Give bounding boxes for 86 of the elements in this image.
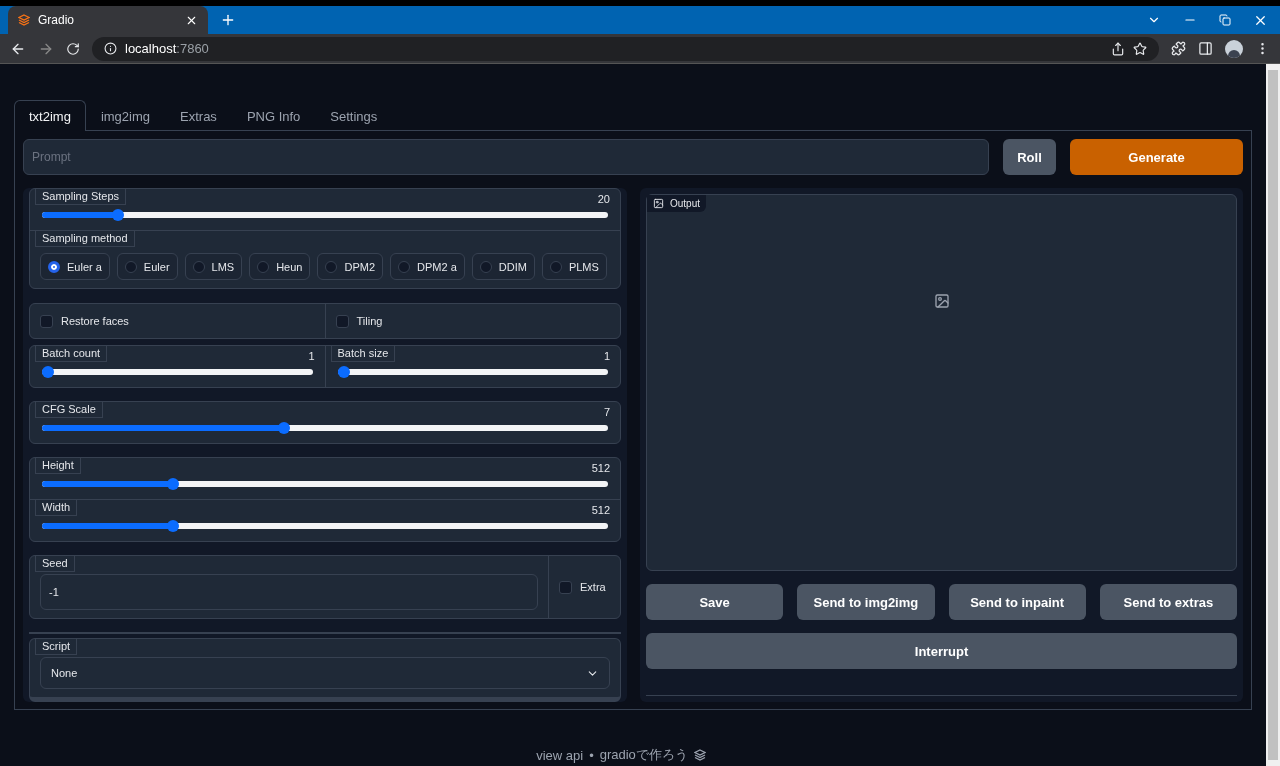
slider-label: Batch size xyxy=(330,346,396,362)
checkbox[interactable] xyxy=(335,314,349,328)
scrollbar[interactable] xyxy=(1266,64,1280,766)
address-bar[interactable]: localhost:7860 xyxy=(92,36,1159,61)
radio-option[interactable]: PLMS xyxy=(541,253,607,280)
logo-icon xyxy=(693,749,706,761)
radio-option[interactable]: Euler xyxy=(116,253,178,280)
slider-track[interactable] xyxy=(42,209,608,221)
share-icon[interactable] xyxy=(1111,41,1125,56)
tab-title: Gradio xyxy=(38,13,75,27)
checkbox-option[interactable]: Extra xyxy=(549,570,616,604)
prompt-field[interactable]: Prompt xyxy=(23,139,989,175)
slider-track[interactable] xyxy=(42,520,608,532)
extensions-icon[interactable] xyxy=(1171,41,1186,56)
separator: • xyxy=(589,747,594,763)
radio-option[interactable]: DPM2 a xyxy=(390,253,465,280)
action-button[interactable]: Send to inpaint xyxy=(948,584,1086,620)
action-button[interactable]: Send to extras xyxy=(1099,584,1237,620)
new-tab-icon[interactable] xyxy=(220,12,236,28)
action-button[interactable]: Send to img2img xyxy=(797,584,935,620)
radio-option[interactable]: Euler a xyxy=(40,253,110,280)
reload-icon[interactable] xyxy=(66,41,80,56)
view-api-link[interactable]: view api xyxy=(536,747,584,763)
browser-tab[interactable]: Gradio xyxy=(8,6,208,34)
restore-icon[interactable] xyxy=(1219,14,1231,26)
slider-value: 512 xyxy=(591,504,610,516)
checkbox[interactable] xyxy=(40,314,53,328)
checkbox[interactable] xyxy=(559,580,572,594)
slider-track[interactable] xyxy=(42,422,608,434)
star-icon[interactable] xyxy=(1133,41,1147,56)
image-icon xyxy=(653,198,664,209)
slider-value: 1 xyxy=(603,350,610,362)
slider-value: 20 xyxy=(597,193,610,205)
radio-icon[interactable] xyxy=(48,260,60,273)
info-icon xyxy=(104,42,117,55)
roll-button[interactable]: Roll xyxy=(1003,139,1056,175)
slider-thumb[interactable] xyxy=(42,366,54,378)
slider-label: Sampling Steps xyxy=(35,189,127,205)
avatar-icon[interactable] xyxy=(1225,39,1243,58)
slider-track[interactable] xyxy=(337,366,608,378)
radio-icon[interactable] xyxy=(192,260,205,273)
slider-track[interactable] xyxy=(42,366,313,378)
generate-button[interactable]: Generate xyxy=(1070,139,1243,175)
tab[interactable]: img2img xyxy=(85,100,166,131)
slider-value: 512 xyxy=(591,462,610,474)
slider-label: CFG Scale xyxy=(35,402,103,418)
radio-icon[interactable] xyxy=(124,260,137,273)
checkbox-option[interactable]: Tiling xyxy=(325,304,620,338)
radio-icon[interactable] xyxy=(479,260,492,273)
radio-icon[interactable] xyxy=(549,260,562,273)
side-panel-icon[interactable] xyxy=(1198,41,1213,56)
slider-thumb[interactable] xyxy=(112,209,125,221)
radio-option[interactable]: Heun xyxy=(249,253,311,280)
interrupt-button[interactable]: Interrupt xyxy=(646,633,1237,669)
slider-label: Height xyxy=(35,458,81,474)
tab[interactable]: txt2img xyxy=(14,100,86,131)
url-text: localhost:7860 xyxy=(125,41,209,56)
output-label: Output xyxy=(647,195,707,212)
tab[interactable]: PNG Info xyxy=(231,100,316,131)
seed-field[interactable]: -1 xyxy=(40,574,538,610)
tab[interactable]: Extras xyxy=(165,100,232,131)
field-label: Script xyxy=(35,639,78,655)
radio-option[interactable]: DDIM xyxy=(471,253,535,280)
radio-icon[interactable] xyxy=(325,260,338,273)
slider-thumb[interactable] xyxy=(337,366,350,378)
field-label: Seed xyxy=(35,556,75,572)
slider-thumb[interactable] xyxy=(166,520,179,532)
slider-label: Batch count xyxy=(35,346,108,362)
slider-label: Width xyxy=(35,500,78,516)
gradio-link[interactable]: gradioで作ろう xyxy=(599,746,688,764)
radio-icon[interactable] xyxy=(398,260,411,273)
radio-option[interactable]: DPM2 xyxy=(317,253,384,280)
slider-value: 1 xyxy=(308,350,315,362)
tab[interactable]: Settings xyxy=(315,100,393,131)
slider-thumb[interactable] xyxy=(278,422,290,434)
radio-icon[interactable] xyxy=(257,260,270,273)
logo-icon xyxy=(18,14,30,26)
slider-track[interactable] xyxy=(42,478,608,490)
slider-value: 7 xyxy=(603,406,610,418)
radio-option[interactable]: LMS xyxy=(184,253,243,280)
script-dropdown[interactable]: None xyxy=(40,657,610,689)
slider-thumb[interactable] xyxy=(166,478,179,490)
action-button[interactable]: Save xyxy=(646,584,784,620)
image-icon xyxy=(933,293,950,309)
checkbox-option[interactable]: Restore faces xyxy=(30,304,325,338)
field-label: Sampling method xyxy=(35,231,135,247)
